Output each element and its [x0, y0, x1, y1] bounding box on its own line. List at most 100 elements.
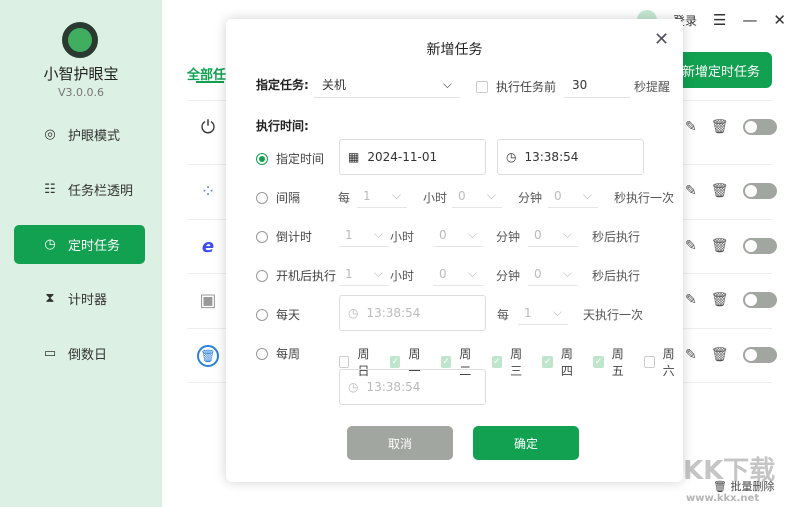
toggle[interactable]: [743, 347, 777, 363]
boot-minutes-select[interactable]: 0⌵: [433, 262, 483, 286]
select-value: 1: [345, 267, 353, 281]
suffix-label: 秒后执行: [592, 267, 640, 284]
toggle[interactable]: [743, 292, 777, 308]
daily-days-select[interactable]: 1⌵: [518, 301, 568, 325]
nav-scheduled-tasks[interactable]: ◷定时任务: [14, 225, 145, 264]
radio[interactable]: [256, 270, 268, 282]
trash-icon[interactable]: 🗑: [711, 238, 729, 254]
remind-seconds-input[interactable]: 30: [564, 72, 630, 98]
remind-checkbox[interactable]: 执行任务前: [476, 78, 556, 95]
unit-label: 小时: [390, 267, 414, 284]
radio-label: 每天: [276, 306, 300, 323]
countdown-minutes-select[interactable]: 0⌵: [433, 223, 483, 247]
weekday-label: 周四: [561, 345, 581, 379]
edit-icon[interactable]: ✎: [685, 292, 697, 308]
confirm-button[interactable]: 确定: [473, 426, 579, 460]
dialog-close-icon[interactable]: ✕: [654, 29, 669, 50]
chevron-down-icon: ⌵: [563, 266, 572, 281]
checkbox[interactable]: ✓: [390, 356, 400, 368]
nav-timer[interactable]: ⧗计时器: [14, 279, 145, 318]
radio-after-boot[interactable]: 开机后执行: [256, 267, 336, 284]
app-name: 小智护眼宝: [0, 63, 162, 84]
browser-icon: e: [197, 236, 219, 258]
toggle[interactable]: [743, 183, 777, 199]
radio[interactable]: [256, 153, 268, 165]
radio[interactable]: [256, 231, 268, 243]
weekly-time-input[interactable]: ◷13:38:54: [339, 369, 486, 405]
cancel-button[interactable]: 取消: [347, 426, 453, 460]
weekday-wed[interactable]: ✓ 周三: [492, 345, 531, 379]
trash-icon[interactable]: 🗑: [711, 347, 729, 363]
chevron-down-icon: ⌵: [443, 77, 452, 92]
recycle-bin-icon: 🗑: [197, 345, 219, 367]
unit-label: 分钟: [518, 189, 542, 206]
select-value: 1: [524, 306, 532, 320]
every-label: 每: [338, 189, 350, 206]
task-label: 指定任务:: [256, 76, 309, 93]
interval-seconds-select[interactable]: 0⌵: [548, 184, 598, 208]
checkbox[interactable]: ✓: [593, 356, 603, 368]
edit-icon[interactable]: ✎: [685, 347, 697, 363]
chevron-down-icon: ⌵: [583, 188, 592, 203]
clock-icon: ◷: [506, 150, 516, 164]
date-value: 2024-11-01: [367, 150, 437, 164]
trash-icon[interactable]: 🗑: [711, 119, 729, 135]
weekday-sat[interactable]: 周六: [644, 345, 683, 379]
edit-icon[interactable]: ✎: [685, 238, 697, 254]
close-icon[interactable]: ✕: [773, 11, 786, 29]
radio[interactable]: [256, 348, 268, 360]
time-label: 执行时间:: [256, 117, 309, 134]
edit-icon[interactable]: ✎: [685, 119, 697, 135]
radio-specified-time[interactable]: 指定时间: [256, 150, 324, 167]
menu-icon[interactable]: ☰: [713, 11, 726, 29]
select-value: 0: [458, 189, 466, 203]
date-input[interactable]: ▦ 2024-11-01: [339, 139, 486, 175]
eye-icon: ◎: [42, 127, 58, 142]
watermark-url: www.kkx.net: [686, 493, 759, 504]
countdown-hours-select[interactable]: 1⌵: [339, 223, 389, 247]
boot-hours-select[interactable]: 1⌵: [339, 262, 389, 286]
toggle[interactable]: [743, 119, 777, 135]
toggle[interactable]: [743, 238, 777, 254]
add-task-button[interactable]: 新增定时任务: [670, 52, 772, 88]
calendar-icon: ▦: [348, 150, 359, 164]
checkbox[interactable]: [644, 356, 654, 368]
radio-daily[interactable]: 每天: [256, 306, 300, 323]
radio-label: 指定时间: [276, 150, 324, 167]
nav-eye-mode[interactable]: ◎护眼模式: [14, 115, 145, 154]
radio-countdown[interactable]: 倒计时: [256, 228, 312, 245]
trash-icon[interactable]: 🗑: [711, 183, 729, 199]
daily-time-input[interactable]: ◷13:38:54: [339, 295, 486, 331]
task-select[interactable]: 关机⌵: [314, 72, 460, 98]
select-value: 0: [534, 228, 542, 242]
radio-interval[interactable]: 间隔: [256, 189, 300, 206]
radio[interactable]: [256, 309, 268, 321]
weekday-thu[interactable]: ✓ 周四: [542, 345, 581, 379]
chevron-down-icon: ⌵: [468, 227, 477, 242]
nav-label: 倒数日: [68, 344, 107, 363]
nav-countdown-day[interactable]: ▭倒数日: [14, 334, 145, 373]
minimize-icon[interactable]: —: [742, 11, 757, 29]
interval-hours-select[interactable]: 1⌵: [357, 184, 407, 208]
checkbox[interactable]: [339, 356, 349, 368]
nav-taskbar[interactable]: ☷任务栏透明: [14, 170, 145, 209]
app-version: V3.0.0.6: [0, 86, 162, 99]
radio[interactable]: [256, 192, 268, 204]
radio-weekly[interactable]: 每周: [256, 345, 300, 362]
trash-icon[interactable]: 🗑: [711, 292, 729, 308]
checkbox[interactable]: ✓: [492, 356, 502, 368]
weekday-fri[interactable]: ✓周五: [593, 345, 632, 379]
countdown-seconds-select[interactable]: 0⌵: [528, 223, 578, 247]
edit-icon[interactable]: ✎: [685, 183, 697, 199]
interval-minutes-select[interactable]: 0⌵: [452, 184, 502, 208]
radio-label: 间隔: [276, 189, 300, 206]
taskbar-icon: ☷: [42, 182, 58, 197]
time-input[interactable]: ◷13:38:54: [497, 139, 644, 175]
checkbox[interactable]: ✓: [441, 356, 451, 368]
boot-seconds-select[interactable]: 0⌵: [528, 262, 578, 286]
checkbox[interactable]: ✓: [542, 356, 552, 368]
weekday-label: 周六: [663, 345, 683, 379]
checkbox[interactable]: [476, 81, 488, 93]
monitor-off-icon: ▣: [197, 290, 219, 312]
weekday-label: 周三: [510, 345, 530, 379]
